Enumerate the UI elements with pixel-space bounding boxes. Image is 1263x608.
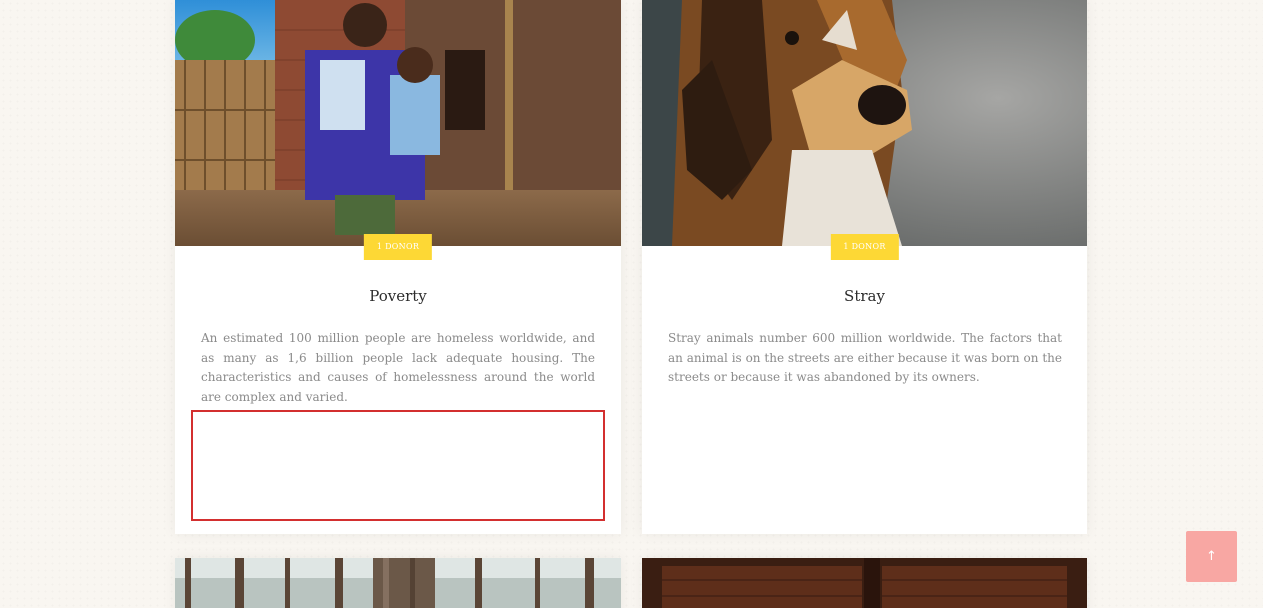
stray-dog-photo: [642, 0, 1087, 246]
cause-title[interactable]: Stray: [642, 287, 1087, 305]
cause-image-stray[interactable]: [642, 0, 1087, 246]
poverty-photo: [175, 0, 621, 246]
highlight-box: [191, 410, 605, 521]
arrow-up-icon: ↑: [1206, 549, 1217, 564]
donor-count-badge: 1 DONOR: [830, 234, 899, 260]
forest-photo: [175, 558, 621, 608]
cause-image-3[interactable]: [175, 558, 621, 608]
cause-image-4[interactable]: [642, 558, 1087, 608]
scroll-to-top-button[interactable]: ↑: [1186, 531, 1237, 582]
donor-count-badge: 1 DONOR: [363, 234, 433, 260]
wooden-interior-photo: [642, 558, 1087, 608]
cause-description: Stray animals number 600 million worldwi…: [668, 331, 1062, 384]
cause-card-stray: 1 DONOR Stray Stray animals number 600 m…: [642, 0, 1087, 534]
cause-card-4: [642, 558, 1087, 608]
cause-title[interactable]: Poverty: [175, 287, 621, 305]
cause-image-poverty[interactable]: [175, 0, 621, 246]
cause-description: An estimated 100 million people are home…: [201, 331, 595, 404]
cause-card-3: [175, 558, 621, 608]
